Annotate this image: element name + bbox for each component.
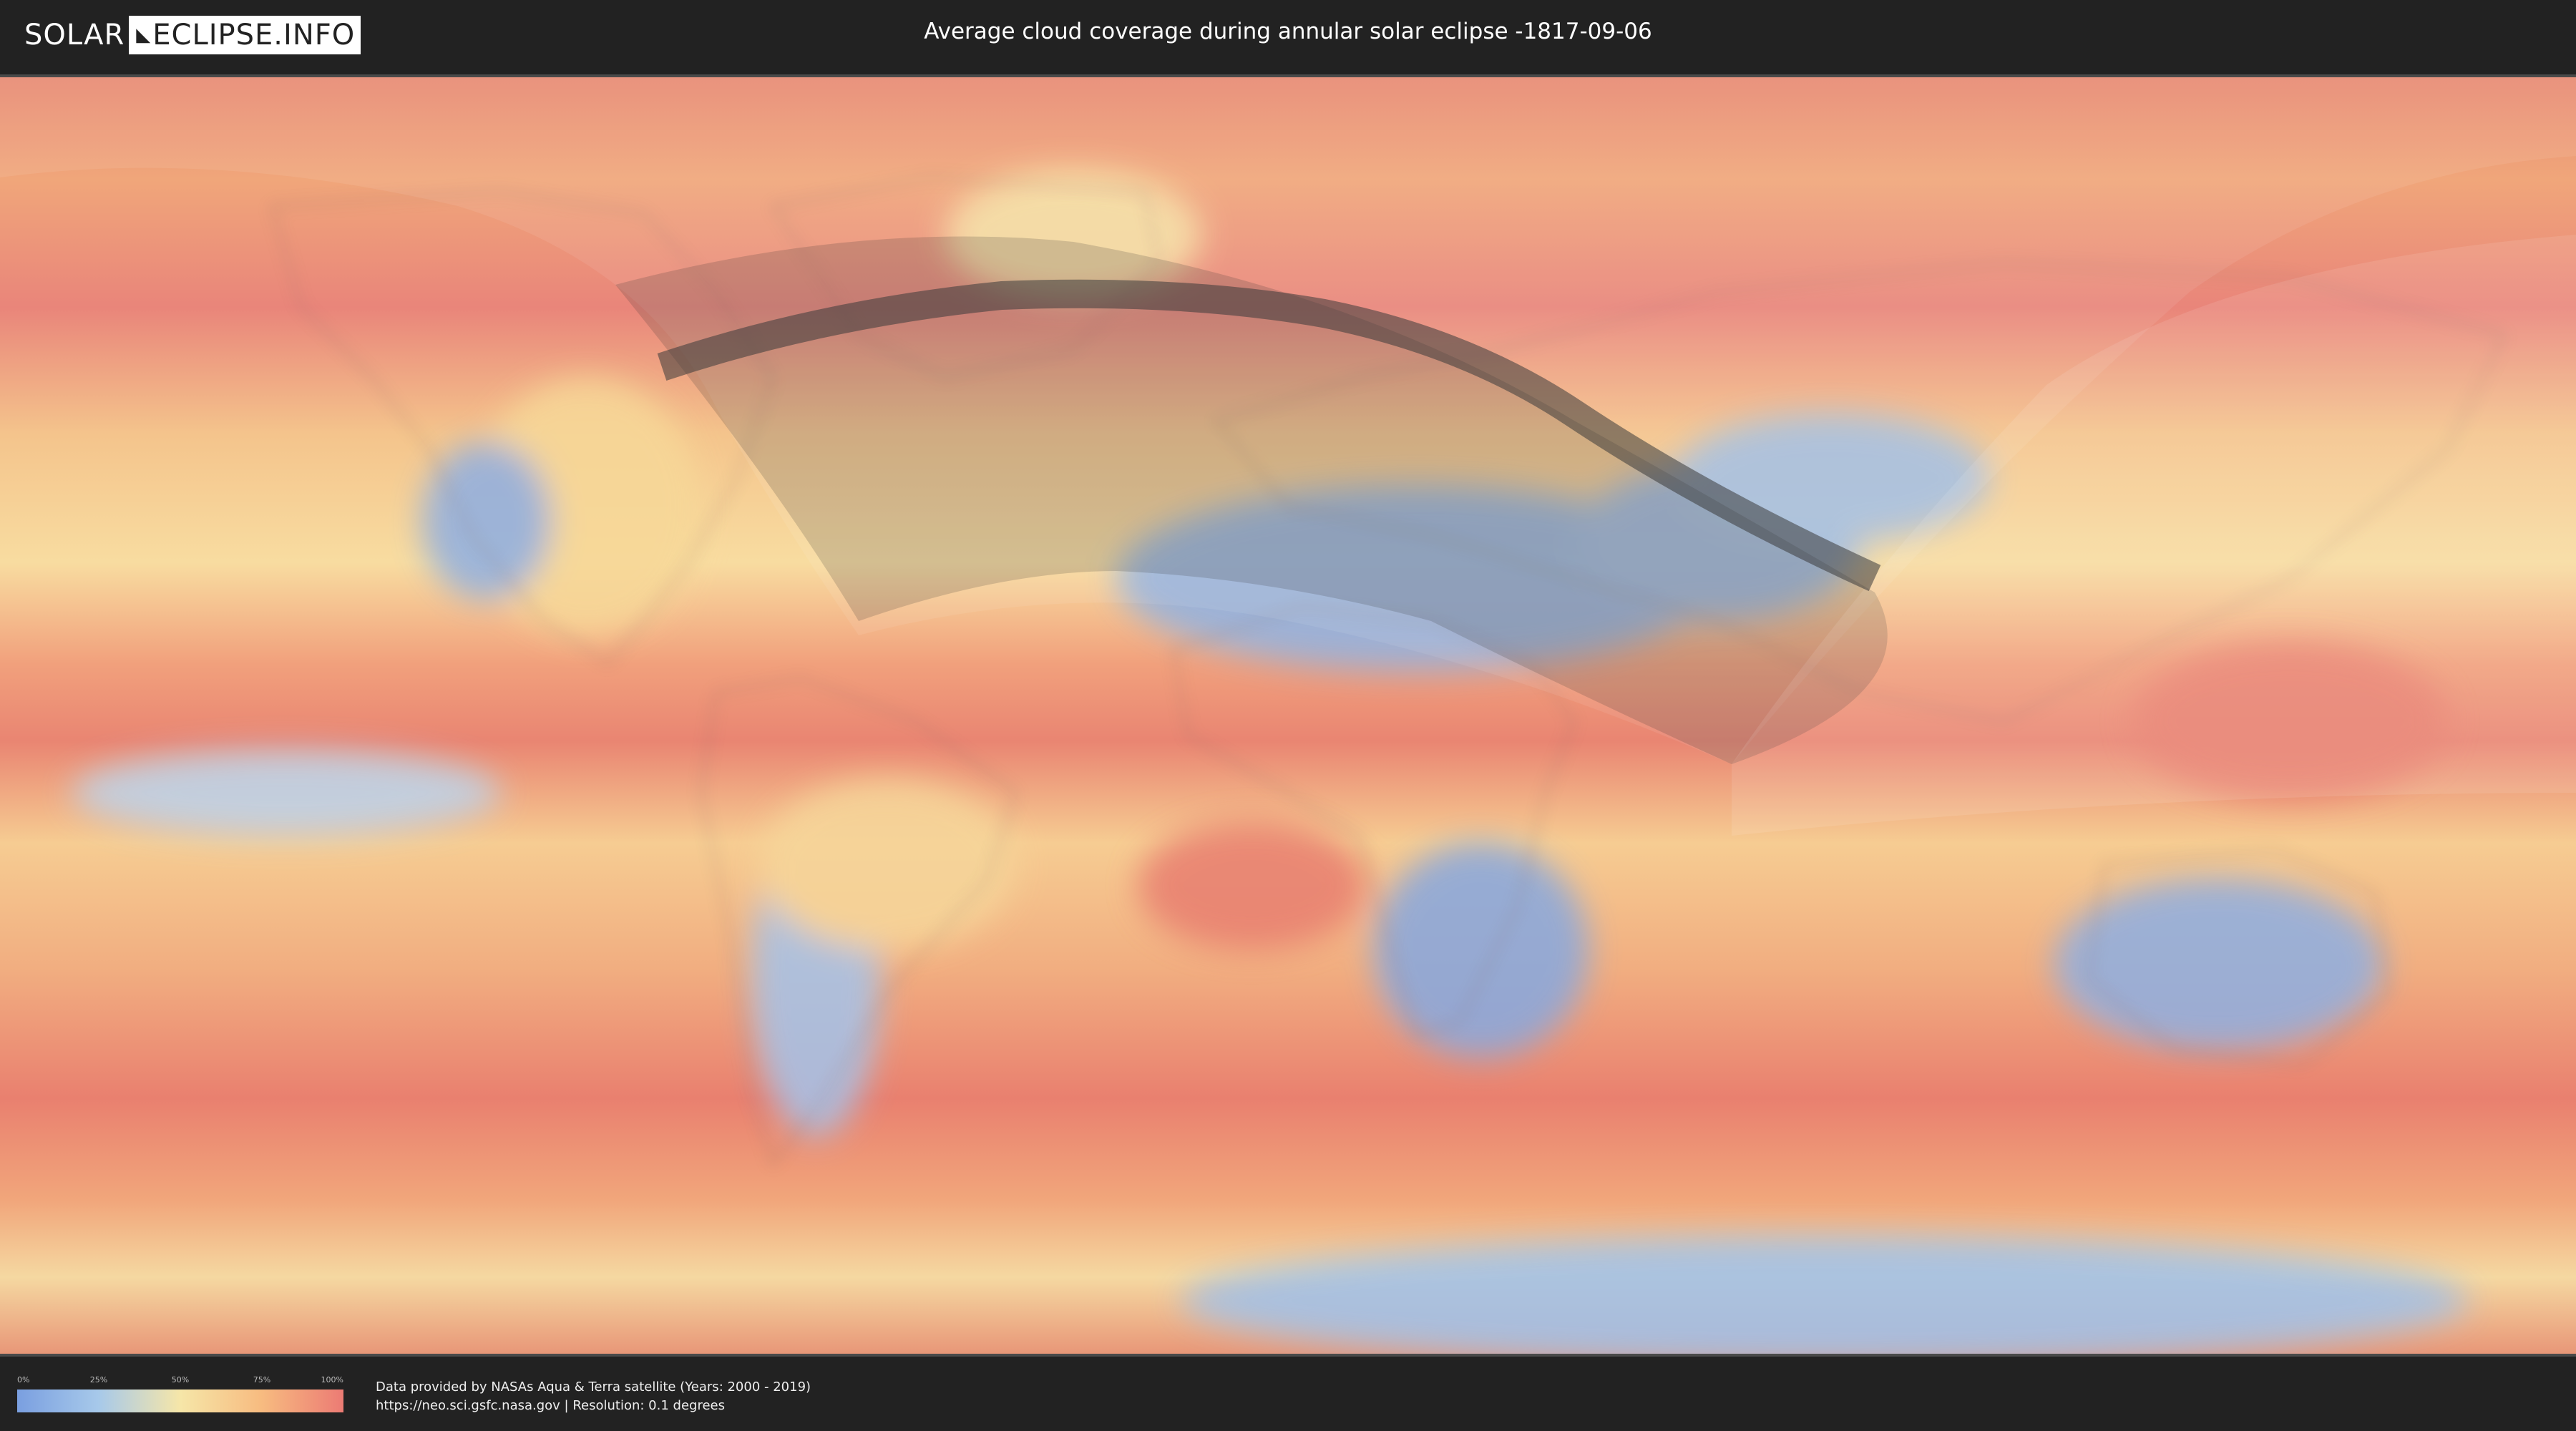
legend-tick-50: 50% — [171, 1375, 190, 1384]
header-bar: SOLAR ◣ ECLIPSE.INFO Average cloud cover… — [0, 0, 2576, 72]
legend-tick-75: 75% — [253, 1375, 271, 1384]
legend-color-bar — [17, 1390, 343, 1412]
cloud-legend: 0% 25% 50% 75% 100% — [17, 1375, 343, 1412]
world-map-svg — [0, 77, 2576, 1354]
source-line-2[interactable]: https://neo.sci.gsfc.nasa.gov | Resoluti… — [376, 1397, 811, 1415]
page-title: Average cloud coverage during annular so… — [924, 19, 1652, 44]
cloud-coverage-map[interactable] — [0, 74, 2576, 1357]
legend-tick-100: 100% — [321, 1375, 343, 1384]
source-line-1: Data provided by NASAs Aqua & Terra sate… — [376, 1379, 811, 1395]
legend-ticks: 0% 25% 50% 75% 100% — [17, 1375, 343, 1387]
legend-tick-0: 0% — [17, 1375, 30, 1384]
legend-tick-25: 25% — [89, 1375, 108, 1384]
data-source: Data provided by NASAs Aqua & Terra sate… — [376, 1378, 811, 1415]
